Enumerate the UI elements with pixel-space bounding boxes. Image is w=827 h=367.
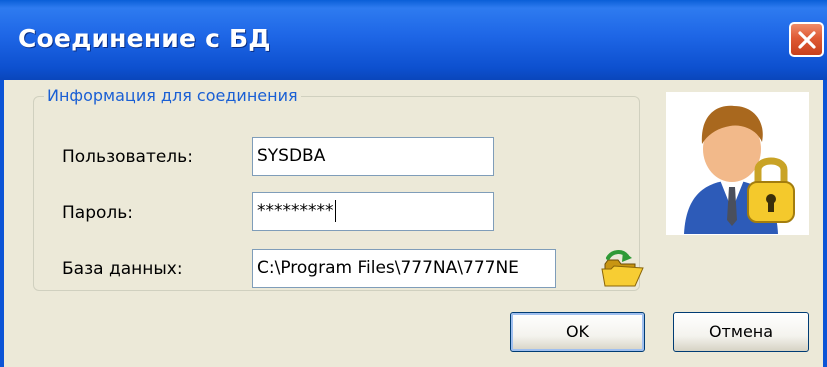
password-input[interactable]: *********	[252, 192, 494, 231]
browse-database-button[interactable]	[599, 248, 647, 292]
window-title: Соединение с БД	[18, 24, 271, 53]
cancel-button[interactable]: Отмена	[673, 312, 809, 352]
close-button[interactable]	[789, 22, 824, 57]
user-value: SYSDBA	[257, 146, 326, 166]
connection-dialog: Соединение с БД Информация для соединени…	[0, 0, 827, 367]
text-caret	[334, 200, 336, 222]
folder-open-icon	[601, 250, 644, 287]
password-value: *********	[257, 201, 334, 221]
close-icon	[797, 30, 816, 49]
connection-info-group: Информация для соединения Пользователь: …	[33, 86, 644, 291]
avatar	[666, 92, 809, 235]
password-label: Пароль:	[62, 203, 134, 223]
database-value: C:\Program Files\777NA\777NE	[257, 258, 519, 278]
title-bar[interactable]: Соединение с БД	[0, 0, 827, 80]
database-input[interactable]: C:\Program Files\777NA\777NE	[252, 249, 556, 288]
dialog-body: Информация для соединения Пользователь: …	[0, 80, 827, 367]
user-lock-icon	[684, 105, 795, 234]
user-label: Пользователь:	[62, 147, 193, 167]
user-input[interactable]: SYSDBA	[252, 137, 494, 176]
database-label: База данных:	[62, 259, 183, 279]
ok-button[interactable]: OK	[510, 312, 645, 352]
group-legend: Информация для соединения	[44, 86, 301, 106]
